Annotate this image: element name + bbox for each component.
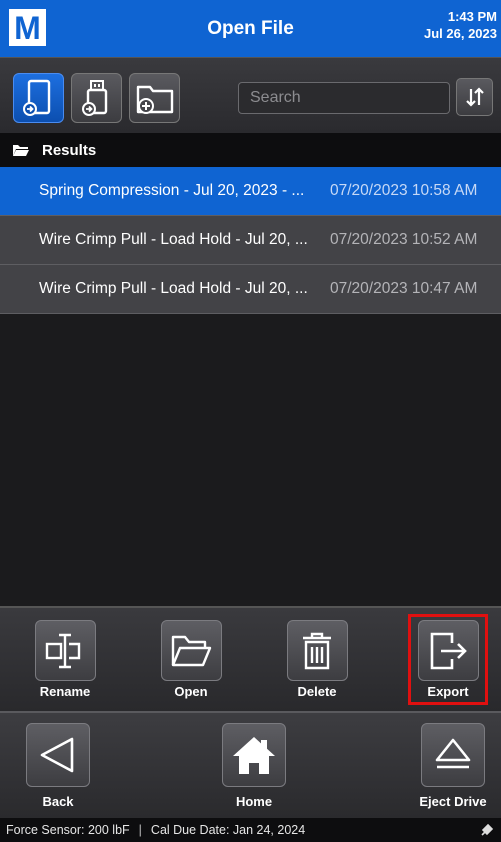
rename-button[interactable]: Rename: [33, 620, 97, 699]
usb-plug-icon: [481, 823, 494, 836]
eject-icon: [435, 738, 471, 769]
file-list: Spring Compression - Jul 20, 2023 - ... …: [0, 167, 501, 314]
usb-file-icon: [81, 80, 107, 116]
sort-icon: [465, 87, 484, 107]
folder-open-icon: [171, 635, 212, 666]
back-label: Back: [42, 794, 74, 809]
file-name: Wire Crimp Pull - Load Hold - Jul 20, ..…: [39, 280, 308, 297]
file-date: 07/20/2023 10:52 AM: [330, 231, 478, 248]
trash-icon: [303, 632, 331, 669]
back-icon: [40, 737, 74, 773]
rename-icon: [45, 633, 81, 668]
file-row[interactable]: Wire Crimp Pull - Load Hold - Jul 20, ..…: [0, 216, 501, 265]
file-date: 07/20/2023 10:58 AM: [330, 182, 478, 199]
home-button[interactable]: Home: [221, 723, 287, 809]
clock: 1:43 PM Jul 26, 2023: [424, 8, 497, 42]
status-separator: |: [138, 823, 142, 837]
export-highlight: [408, 614, 488, 705]
clock-date: Jul 26, 2023: [424, 26, 497, 41]
delete-label: Delete: [297, 684, 337, 699]
sort-button[interactable]: [456, 78, 493, 116]
back-button[interactable]: Back: [26, 723, 90, 809]
new-folder-button[interactable]: [129, 73, 180, 123]
nav-bar: Back Home Eject Drive: [0, 711, 501, 818]
file-toolbar: Search: [0, 57, 501, 133]
results-label: Results: [42, 141, 97, 159]
internal-storage-button[interactable]: [13, 73, 64, 123]
title-bar: M Open File 1:43 PM Jul 26, 2023: [0, 0, 501, 57]
home-label: Home: [235, 794, 273, 809]
status-bar: Force Sensor: 200 lbF | Cal Due Date: Jan …: [0, 818, 501, 842]
open-label: Open: [174, 684, 208, 699]
file-name: Wire Crimp Pull - Load Hold - Jul 20, ..…: [39, 231, 308, 248]
file-actions-bar: Rename Open Delete Export: [0, 606, 501, 711]
file-row[interactable]: Wire Crimp Pull - Load Hold - Jul 20, ..…: [0, 265, 501, 314]
delete-button[interactable]: Delete: [285, 620, 349, 699]
clock-time: 1:43 PM: [447, 9, 497, 24]
file-name: Spring Compression - Jul 20, 2023 - ...: [39, 182, 305, 199]
calibration-info: Cal Due Date: Jan 24, 2024: [150, 823, 306, 837]
results-header: Results: [0, 133, 501, 167]
usb-drive-button[interactable]: [71, 73, 122, 123]
file-date: 07/20/2023 10:47 AM: [330, 280, 478, 297]
folder-open-icon: [13, 145, 29, 156]
sensor-info: Force Sensor: 200 lbF: [6, 823, 130, 837]
open-button[interactable]: Open: [159, 620, 223, 699]
eject-drive-button[interactable]: Eject Drive: [415, 723, 491, 809]
search-input[interactable]: Search: [238, 82, 450, 114]
folder-plus-icon: [136, 85, 173, 114]
home-icon: [233, 737, 275, 774]
file-row[interactable]: Spring Compression - Jul 20, 2023 - ... …: [0, 167, 501, 216]
rename-label: Rename: [39, 684, 91, 699]
eject-label: Eject Drive: [419, 794, 487, 809]
phone-file-icon: [22, 79, 50, 116]
